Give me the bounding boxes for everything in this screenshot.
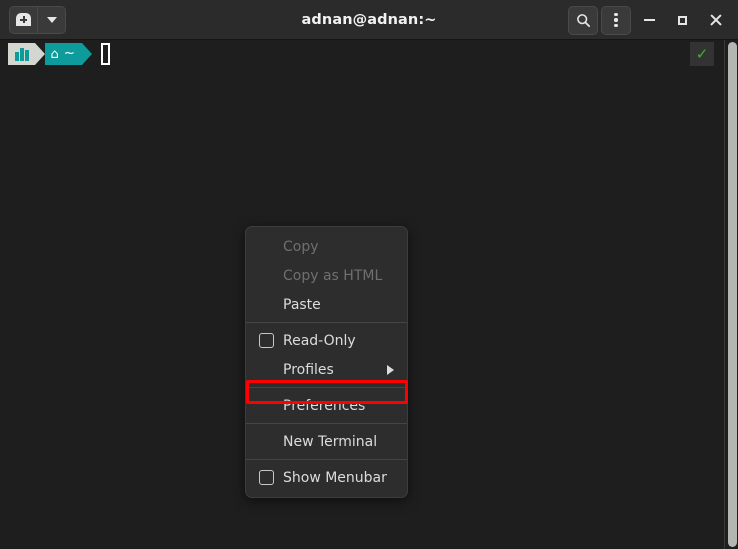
titlebar: adnan@adnan:~ <box>0 0 738 40</box>
menu-item-label: Paste <box>283 296 321 313</box>
maximize-icon <box>677 15 687 25</box>
menu-item-label: New Terminal <box>283 433 378 450</box>
menu-item-paste[interactable]: Paste <box>246 290 407 319</box>
terminal-screen[interactable]: ⌂ ~ ✓ Copy Copy as HTML Paste Read-Only … <box>0 40 738 549</box>
menu-item-label: Preferences <box>283 397 366 414</box>
menu-item-copy[interactable]: Copy <box>246 232 407 261</box>
minimize-icon <box>643 19 655 21</box>
close-button[interactable] <box>700 5 730 35</box>
menu-item-preferences[interactable]: Preferences <box>246 391 407 420</box>
menu-separator <box>246 459 407 460</box>
scrollbar-thumb[interactable] <box>728 42 737 547</box>
menu-separator <box>246 423 407 424</box>
shell-prompt: ⌂ ~ <box>8 43 93 65</box>
chevron-right-icon <box>387 364 394 375</box>
more-vertical-icon <box>614 12 618 28</box>
status-badge: ✓ <box>690 42 714 66</box>
show-menubar-checkbox[interactable] <box>259 470 274 485</box>
tab-list-dropdown-button[interactable] <box>38 7 65 33</box>
search-icon <box>576 13 590 27</box>
close-icon <box>709 14 722 27</box>
prompt-segment-icon <box>8 43 35 65</box>
read-only-checkbox[interactable] <box>259 333 274 348</box>
home-icon: ⌂ <box>50 46 59 62</box>
prompt-segment-path: ⌂ ~ <box>44 43 83 65</box>
menu-item-show-menubar[interactable]: Show Menubar <box>246 463 407 492</box>
menu-item-label: Copy <box>283 238 319 255</box>
chevron-down-icon <box>46 16 57 23</box>
titlebar-right-controls <box>568 0 730 40</box>
context-menu: Copy Copy as HTML Paste Read-Only Profil… <box>245 226 408 498</box>
search-button[interactable] <box>568 5 598 35</box>
menu-separator <box>246 387 407 388</box>
menu-item-label: Profiles <box>283 361 334 378</box>
menu-item-profiles[interactable]: Profiles <box>246 355 407 384</box>
maximize-button[interactable] <box>667 5 697 35</box>
prompt-arrow-2 <box>82 43 93 65</box>
scrollbar[interactable] <box>724 40 738 549</box>
menu-item-label: Show Menubar <box>283 469 387 486</box>
menu-item-label: Copy as HTML <box>283 267 383 284</box>
prompt-arrow-1 <box>34 43 45 65</box>
menu-separator <box>246 322 407 323</box>
prompt-path-label: ~ <box>63 45 76 62</box>
text-cursor <box>101 43 110 65</box>
columns-icon <box>15 47 29 61</box>
new-tab-button[interactable] <box>10 6 38 33</box>
menu-item-copy-as-html[interactable]: Copy as HTML <box>246 261 407 290</box>
new-tab-icon <box>16 13 31 26</box>
menu-item-new-terminal[interactable]: New Terminal <box>246 427 407 456</box>
terminal-window: adnan@adnan:~ ⌂ ~ ✓ Copy Copy as HTML Pa… <box>0 0 738 549</box>
new-tab-button-group <box>9 5 66 34</box>
minimize-button[interactable] <box>634 5 664 35</box>
menu-item-read-only[interactable]: Read-Only <box>246 326 407 355</box>
hamburger-menu-button[interactable] <box>601 5 631 35</box>
titlebar-left-controls <box>9 5 66 34</box>
menu-item-label: Read-Only <box>283 332 356 349</box>
